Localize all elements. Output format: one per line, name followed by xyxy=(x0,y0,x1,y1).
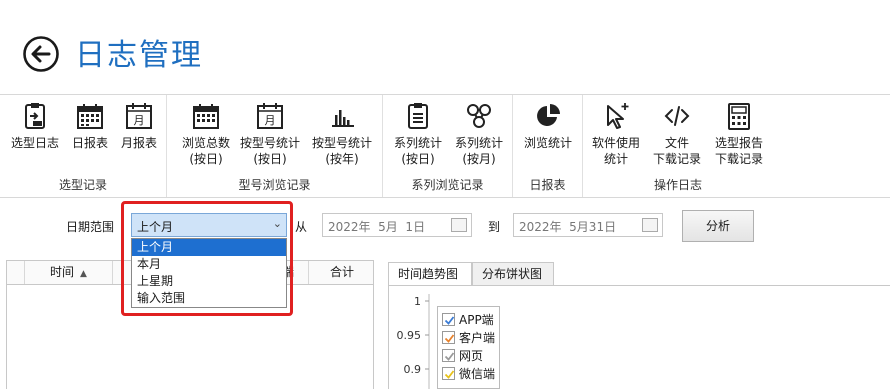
chart-legend: APP端 客户端 网页 微信端 xyxy=(437,306,500,389)
back-arrow-icon[interactable] xyxy=(22,35,60,73)
monthly-report-button[interactable]: 月 月报表 xyxy=(116,101,162,151)
group-label-operation-log: 操作日志 xyxy=(653,178,702,192)
svg-text:月: 月 xyxy=(134,114,145,127)
series-stats-monthly-button[interactable]: 系列统计 (按月) xyxy=(449,101,509,167)
daily-report-button[interactable]: 日报表 xyxy=(66,101,114,151)
dropdown-option-last-month[interactable]: 上个月 xyxy=(132,239,286,256)
tab-distribution-pie[interactable]: 分布饼状图 xyxy=(472,262,554,286)
legend-item-client[interactable]: 客户端 xyxy=(442,329,495,345)
from-date-picker[interactable]: 2022年 5月 1日 xyxy=(322,213,472,237)
y-tick-label: 1 xyxy=(414,295,421,308)
browse-total-daily-button[interactable]: 浏览总数 (按日) xyxy=(175,101,237,167)
dropdown-option-this-month[interactable]: 本月 xyxy=(132,256,286,273)
software-usage-stats-button[interactable]: 软件使用 统计 xyxy=(587,101,645,167)
report-download-records-button[interactable]: 选型报告 下载记录 xyxy=(709,101,769,167)
browse-stats-button[interactable]: 浏览统计 xyxy=(519,101,577,151)
checkbox-checked-icon[interactable] xyxy=(442,367,455,380)
calculator-icon xyxy=(728,103,750,130)
date-range-select[interactable]: 上个月 ⌄ xyxy=(131,213,287,237)
group-label-selection-records: 选型记录 xyxy=(58,178,107,192)
ribbon-group-selection-records: 选型日志 日报表 月 月报表 选型记录 xyxy=(0,95,167,197)
calendar-grid-icon xyxy=(77,104,103,129)
cursor-plus-icon xyxy=(607,103,629,129)
clipboard-icon xyxy=(25,103,45,129)
legend-item-wechat[interactable]: 微信端 xyxy=(442,365,495,381)
checkbox-checked-icon[interactable] xyxy=(442,331,455,344)
from-date-value: 2022年 5月 1日 xyxy=(328,220,426,234)
calendar-dropdown-icon[interactable] xyxy=(642,218,658,232)
to-date-value: 2022年 5月31日 xyxy=(519,220,617,234)
ribbon-group-model-browse: 浏览总数 (按日) 月 按型号统计 (按日) 按型号统计 (按年) 型号浏览记录 xyxy=(167,95,383,197)
date-range-dropdown-list: 上个月 本月 上星期 输入范围 xyxy=(131,238,287,308)
ribbon-toolbar: 选型日志 日报表 月 月报表 选型记录 浏览总数 (按日) 月 按型号统计 (按… xyxy=(0,94,890,198)
code-icon xyxy=(664,106,690,126)
svg-text:月: 月 xyxy=(265,114,276,127)
to-label: 到 xyxy=(488,220,501,234)
legend-item-app[interactable]: APP端 xyxy=(442,311,494,327)
ribbon-group-series-browse: 系列统计 (按日) 系列统计 (按月) 系列浏览记录 xyxy=(383,95,513,197)
y-tick-label: 0.9 xyxy=(404,363,422,376)
calendar-dropdown-icon[interactable] xyxy=(451,218,467,232)
sort-ascending-icon: ▲ xyxy=(80,269,87,279)
pie-chart-icon xyxy=(537,104,560,126)
column-header-time[interactable]: 时间 ▲ xyxy=(25,261,113,284)
dropdown-option-custom-range[interactable]: 输入范围 xyxy=(132,290,286,307)
group-label-model-browse: 型号浏览记录 xyxy=(238,178,311,192)
ribbon-group-operation-log: 软件使用 统计 文件 下载记录 选型报告 下载记录 操作日志 xyxy=(583,95,773,197)
model-stats-daily-button[interactable]: 月 按型号统计 (按日) xyxy=(237,101,303,167)
column-header-total[interactable]: 合计 xyxy=(309,261,375,284)
series-stats-daily-button[interactable]: 系列统计 (按日) xyxy=(389,101,447,167)
file-download-records-button[interactable]: 文件 下载记录 xyxy=(649,101,705,167)
list-clipboard-icon xyxy=(408,103,428,129)
page-title: 日志管理 xyxy=(75,38,203,73)
network-nodes-icon xyxy=(467,104,491,128)
calendar-grid-icon xyxy=(193,104,219,129)
bar-chart-icon xyxy=(332,110,354,127)
group-label-series-browse: 系列浏览记录 xyxy=(411,178,484,192)
calendar-month-icon: 月 xyxy=(126,103,152,129)
checkbox-checked-icon[interactable] xyxy=(442,349,455,362)
ribbon-group-daily-report: 浏览统计 日报表 xyxy=(513,95,583,197)
legend-item-web[interactable]: 网页 xyxy=(442,347,483,363)
selection-log-button[interactable]: 选型日志 xyxy=(8,101,62,151)
from-label: 从 xyxy=(295,220,308,234)
group-label-daily-report: 日报表 xyxy=(529,178,566,192)
y-tick-label: 0.95 xyxy=(397,329,422,342)
analyze-button[interactable]: 分析 xyxy=(682,210,754,242)
to-date-picker[interactable]: 2022年 5月31日 xyxy=(513,213,663,237)
row-header-cell xyxy=(7,261,25,284)
model-stats-yearly-button[interactable]: 按型号统计 (按年) xyxy=(309,101,375,167)
checkbox-checked-icon[interactable] xyxy=(442,313,455,326)
date-range-label: 日期范围 xyxy=(66,220,115,234)
chevron-down-icon[interactable]: ⌄ xyxy=(273,217,282,230)
date-range-selected: 上个月 xyxy=(137,220,174,234)
tab-time-trend[interactable]: 时间趋势图 xyxy=(388,262,472,286)
dropdown-option-last-week[interactable]: 上星期 xyxy=(132,273,286,290)
calendar-month-icon: 月 xyxy=(257,103,283,129)
